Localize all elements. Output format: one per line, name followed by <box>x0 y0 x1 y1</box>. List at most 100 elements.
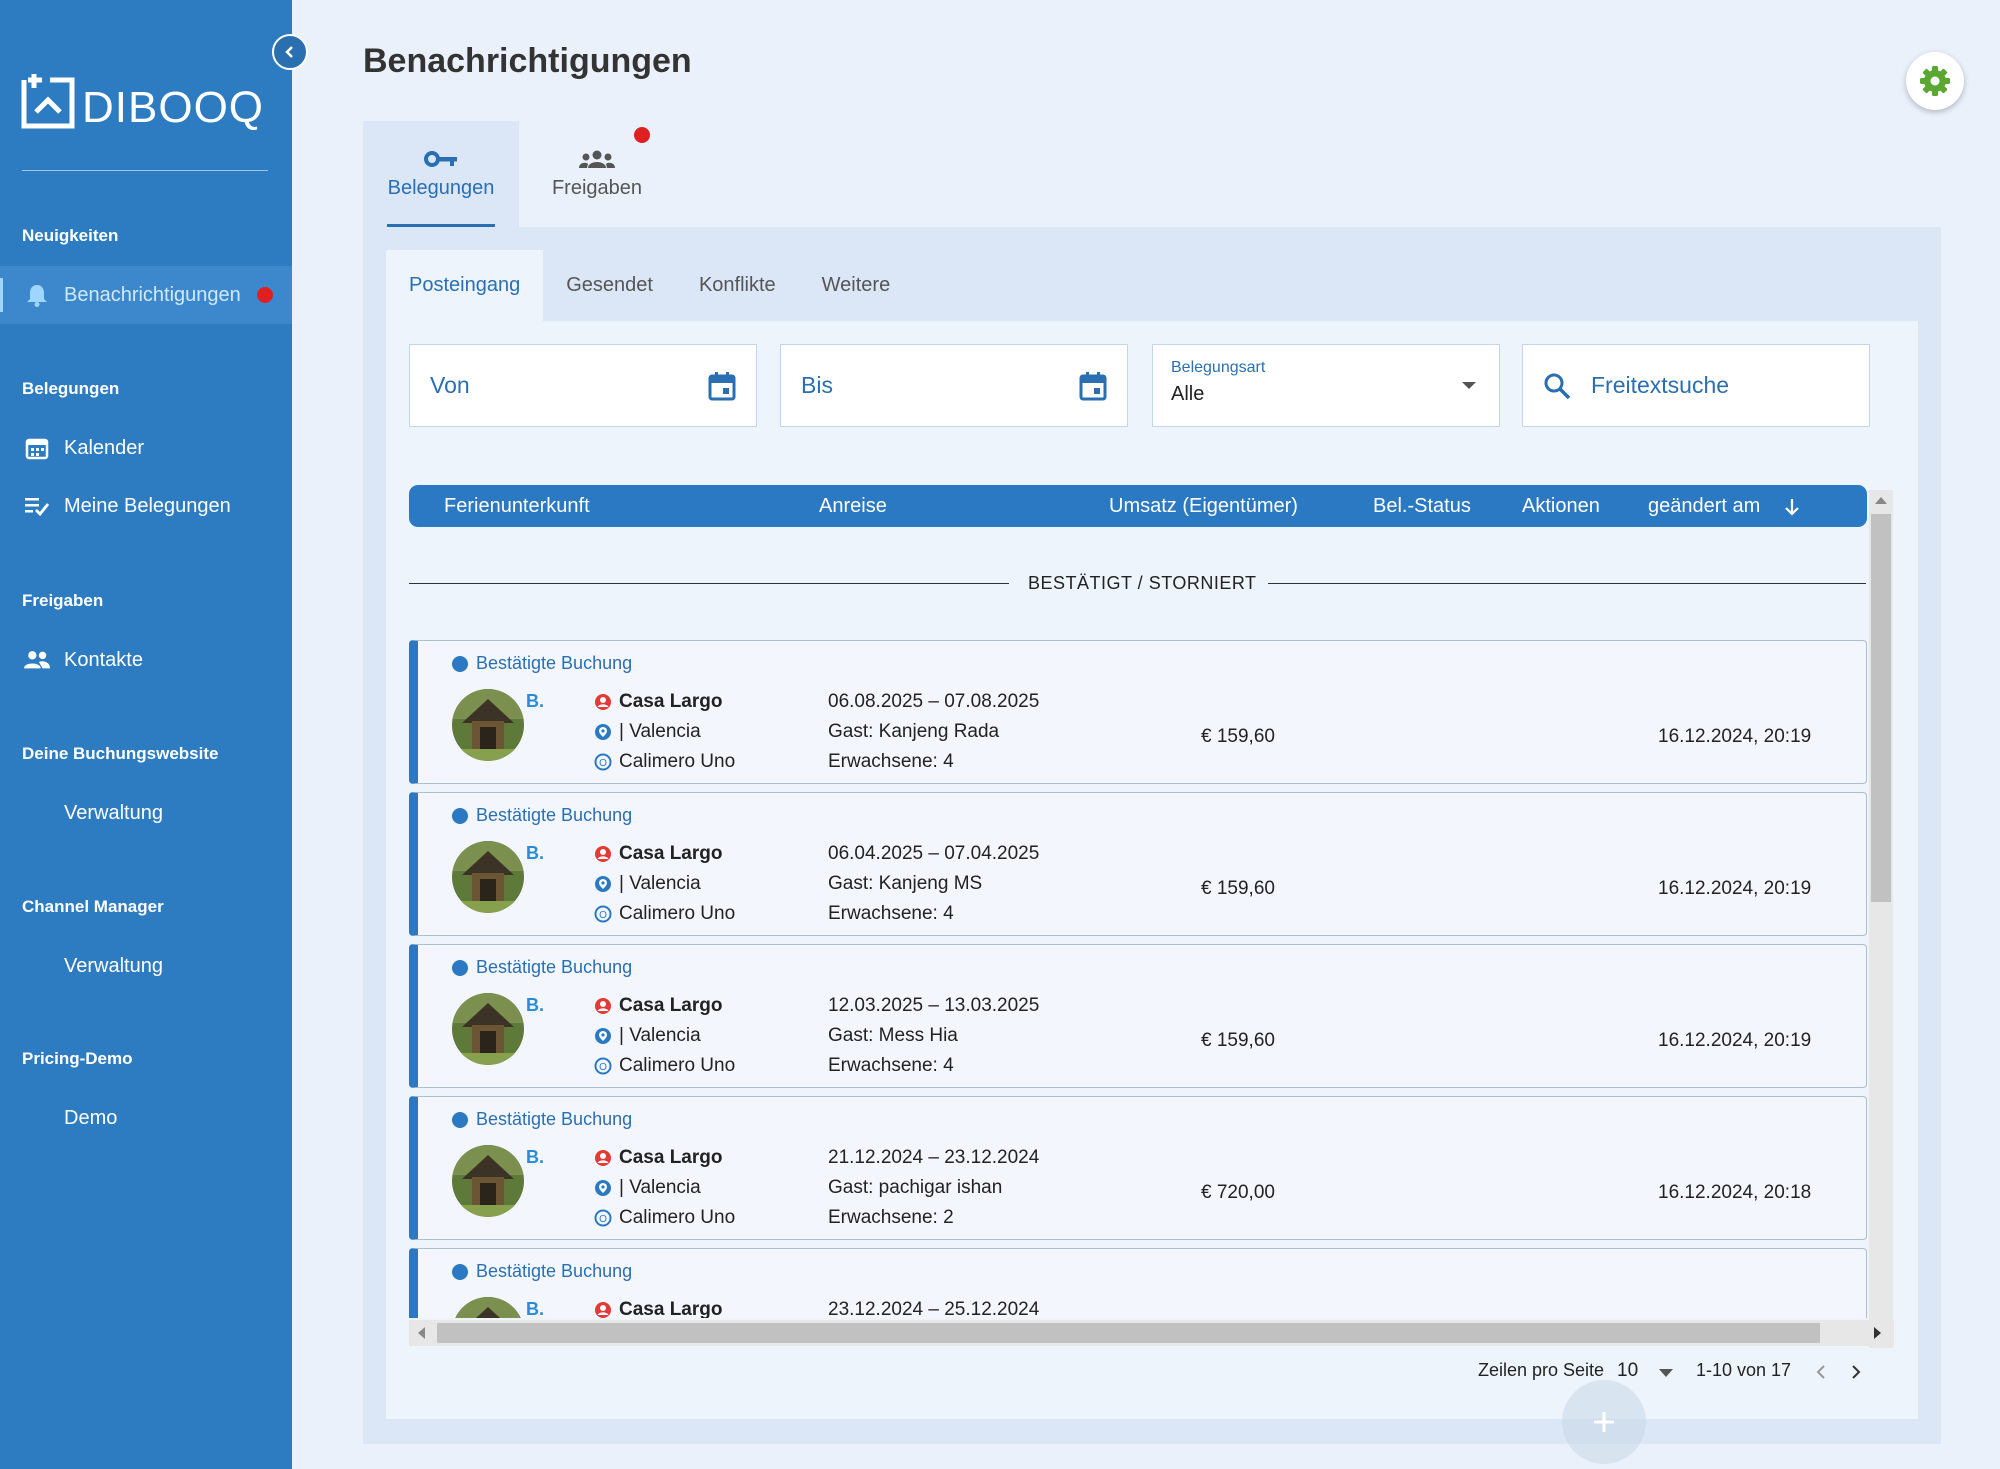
sidebar-section-title: Belegungen <box>22 379 120 398</box>
tab-konflikte[interactable]: Konflikte <box>676 250 799 321</box>
vertical-scrollbar[interactable] <box>1869 490 1893 1348</box>
sidebar-item-label: Verwaltung <box>64 954 163 977</box>
status-label: Bestätigte Buchung <box>476 957 633 977</box>
owner-circle-icon: O <box>594 1057 612 1075</box>
scroll-up-icon[interactable] <box>1875 496 1887 504</box>
booking-type-select[interactable]: Belegungsart Alle <box>1152 344 1500 427</box>
horizontal-scroll-thumb[interactable] <box>437 1323 1820 1343</box>
owner-circle-icon: O <box>594 753 612 771</box>
settings-button[interactable] <box>1906 52 1964 110</box>
bell-icon <box>24 282 50 308</box>
calendar-icon[interactable] <box>708 371 736 401</box>
brand-logo[interactable]: DIBOOQ <box>20 72 264 130</box>
sidebar-section-title: Deine Buchungswebsite <box>22 744 219 763</box>
rows-per-page-select[interactable]: 10 <box>1617 1360 1638 1382</box>
status-label: Bestätigte Buchung <box>476 653 633 673</box>
playlist-check-icon <box>24 493 50 519</box>
group-divider <box>1268 583 1866 584</box>
booking-changed-date: 16.12.2024, 20:19 <box>1658 726 1812 747</box>
tab-freigaben[interactable]: Freigaben <box>519 121 675 227</box>
booking-card[interactable]: Bestätigte Buchung B. Casa Largo | Valen… <box>409 1096 1867 1240</box>
calendar-icon[interactable] <box>1079 371 1107 401</box>
column-header-umsatz[interactable]: Umsatz (Eigentümer) <box>1109 495 1298 518</box>
owner-icon <box>595 694 611 710</box>
logo-icon <box>21 74 75 129</box>
sidebar-item-label: Meine Belegungen <box>64 494 231 517</box>
sidebar-item-label: Kalender <box>64 436 145 459</box>
tab-label: Belegungen <box>387 176 495 199</box>
column-header-anreise[interactable]: Anreise <box>819 495 887 518</box>
column-header-status[interactable]: Bel.-Status <box>1373 495 1471 518</box>
sidebar-item-meine-belegungen[interactable]: Meine Belegungen <box>0 477 292 535</box>
booking-status: Bestätigte Buchung <box>452 653 632 674</box>
sidebar-divider <box>22 170 268 171</box>
horizontal-scrollbar[interactable] <box>409 1320 1894 1346</box>
key-icon <box>424 150 457 167</box>
date-from-field[interactable]: Von <box>409 344 757 427</box>
status-label: Bestätigte Buchung <box>476 1109 633 1129</box>
property-owner: O Calimero Uno <box>594 903 735 925</box>
sidebar-item-channel-manager-verwaltung[interactable]: Verwaltung <box>0 937 292 995</box>
booking-changed-date: 16.12.2024, 20:19 <box>1658 1030 1812 1051</box>
tab-posteingang[interactable]: Posteingang <box>386 250 544 321</box>
vertical-scroll-thumb[interactable] <box>1871 514 1891 902</box>
booking-changed-date: 16.12.2024, 20:18 <box>1658 1182 1812 1203</box>
table-header: Ferienunterkunft Anreise Umsatz (Eigentü… <box>409 485 1867 527</box>
tab-belegungen[interactable]: Belegungen <box>363 121 519 227</box>
gear-icon <box>1920 66 1950 96</box>
search-field[interactable]: Freitextsuche <box>1522 344 1870 427</box>
booking-card[interactable]: Bestätigte Buchung B. Casa Largo 23.12.2… <box>409 1248 1867 1318</box>
group-label: BESTÄTIGT / STORNIERT <box>1028 573 1257 593</box>
sidebar-item-kalender[interactable]: Kalender <box>0 419 292 477</box>
channel-badge: B. <box>526 843 544 863</box>
sidebar-item-benachrichtigungen[interactable]: Benachrichtigungen <box>0 266 292 324</box>
sidebar-item-demo[interactable]: Demo <box>0 1089 292 1147</box>
add-button[interactable] <box>1562 1380 1646 1464</box>
property-avatar <box>452 841 524 913</box>
booking-dates: 06.04.2025 – 07.04.2025 <box>828 843 1040 864</box>
booking-card[interactable]: Bestätigte Buchung B. Casa Largo | Valen… <box>409 944 1867 1088</box>
booking-adults: Erwachsene: 4 <box>828 751 954 772</box>
tab-gesendet[interactable]: Gesendet <box>543 250 676 321</box>
location-pin-icon <box>595 724 611 740</box>
sidebar-item-label: Kontakte <box>64 648 143 671</box>
property-owner: O Calimero Uno <box>594 751 735 773</box>
booking-dates: 12.03.2025 – 13.03.2025 <box>828 995 1040 1016</box>
property-avatar <box>452 1145 524 1217</box>
column-header-aktionen[interactable]: Aktionen <box>1522 495 1600 518</box>
scroll-right-icon[interactable] <box>1874 1327 1882 1339</box>
sidebar-item-buchungswebsite-verwaltung[interactable]: Verwaltung <box>0 784 292 842</box>
location-text: | Valencia <box>619 721 701 742</box>
booking-amount: € 720,00 <box>1201 1182 1275 1203</box>
status-label: Bestätigte Buchung <box>476 805 633 825</box>
calendar-icon <box>24 435 50 461</box>
booking-card[interactable]: Bestätigte Buchung B. Casa Largo | Valen… <box>409 640 1867 784</box>
column-header-ferienunterkunft[interactable]: Ferienunterkunft <box>444 495 590 518</box>
owner-text: Calimero Uno <box>619 1055 736 1076</box>
property-location: | Valencia <box>594 1177 701 1199</box>
dropdown-arrow-icon <box>1462 382 1476 389</box>
logo-text: DIBOOQ <box>82 83 265 132</box>
owner-circle-icon: O <box>594 1209 612 1227</box>
property-avatar <box>452 993 524 1065</box>
sidebar-item-kontakte[interactable]: Kontakte <box>0 631 292 689</box>
arrow-down-icon[interactable] <box>1784 498 1800 516</box>
people-icon <box>24 647 50 673</box>
search-placeholder: Freitextsuche <box>1591 372 1730 398</box>
column-header-geaendert-am[interactable]: geändert am <box>1648 495 1760 518</box>
previous-page-icon[interactable] <box>1815 1364 1827 1380</box>
booking-adults: Erwachsene: 4 <box>828 903 954 924</box>
booking-status: Bestätigte Buchung <box>452 1109 632 1130</box>
sidebar-collapse-button[interactable] <box>272 34 308 70</box>
scroll-left-icon[interactable] <box>417 1327 425 1339</box>
next-page-icon[interactable] <box>1850 1364 1862 1380</box>
booking-card[interactable]: Bestätigte Buchung B. Casa Largo | Valen… <box>409 792 1867 936</box>
booking-adults: Erwachsene: 4 <box>828 1055 954 1076</box>
date-to-placeholder: Bis <box>801 372 833 398</box>
property-name-text: Casa Largo <box>619 691 723 712</box>
rows-per-page-dropdown-icon[interactable] <box>1659 1369 1673 1377</box>
date-to-field[interactable]: Bis <box>780 344 1128 427</box>
tab-weitere[interactable]: Weitere <box>799 250 914 321</box>
owner-icon <box>595 1302 611 1318</box>
owner-text: Calimero Uno <box>619 903 736 924</box>
